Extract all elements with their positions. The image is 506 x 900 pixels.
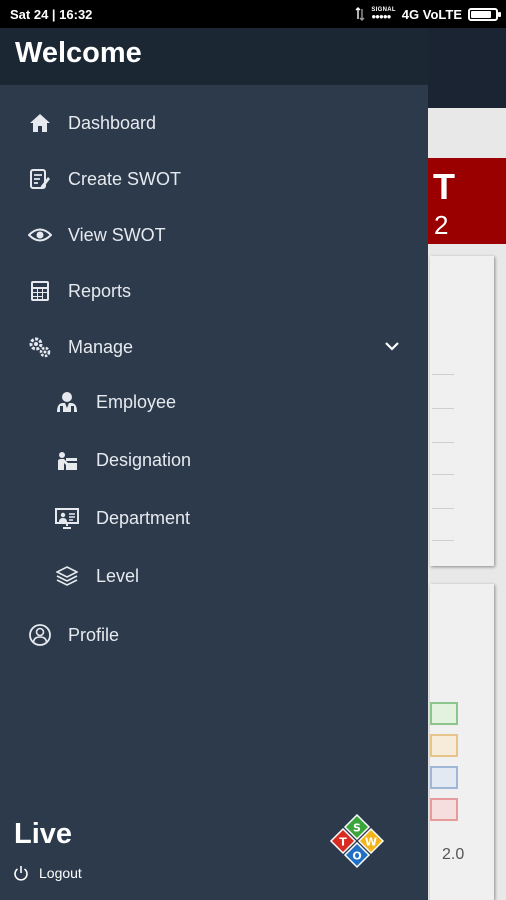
submenu-item-level[interactable]: Level xyxy=(0,555,428,597)
status-indicators: SIGNAL ●●●●● 4G VoLTE xyxy=(355,6,501,22)
drawer-footer: Live Logout S W O T xyxy=(0,810,428,900)
menu-item-create-swot[interactable]: Create SWOT xyxy=(0,158,428,200)
drawer-header: Welcome xyxy=(0,28,428,85)
menu-item-label: Dashboard xyxy=(68,112,157,133)
status-live-label: Live xyxy=(14,818,73,850)
battery-level xyxy=(471,10,491,18)
swot-logo-icon: S W O T xyxy=(329,814,385,869)
status-bar: Sat 24 | 16:32 SIGNAL ●●●●● 4G VoLTE xyxy=(0,0,506,28)
menu-item-dashboard[interactable]: Dashboard xyxy=(0,102,428,144)
logo-letter: S xyxy=(353,822,361,835)
submenu-item-designation[interactable]: Designation xyxy=(0,439,428,481)
submenu-item-label: Designation xyxy=(96,449,192,470)
navigation-drawer: Welcome Dashboard Create SWOT View SWOT xyxy=(0,28,428,900)
menu-item-label: Create SWOT xyxy=(68,168,182,189)
network-type: 4G VoLTE xyxy=(401,6,462,22)
menu-item-manage[interactable]: Manage xyxy=(0,326,428,368)
submenu-item-department[interactable]: Department xyxy=(0,497,428,539)
logout-label: Logout xyxy=(39,865,82,881)
status-time: Sat 24 | 16:32 xyxy=(10,6,93,22)
menu-item-label: Profile xyxy=(68,624,120,645)
logo-letter: O xyxy=(352,850,361,863)
users-icon xyxy=(55,390,79,414)
home-icon xyxy=(28,111,52,135)
edit-document-icon xyxy=(28,167,52,191)
logo-letter: W xyxy=(365,836,377,849)
data-transfer-icon xyxy=(355,7,365,21)
menu-item-profile[interactable]: Profile xyxy=(0,614,428,656)
background-card xyxy=(430,256,494,566)
background-red-banner: T 2 xyxy=(428,158,506,244)
background-banner-letter: T xyxy=(433,166,455,207)
submenu-item-label: Department xyxy=(96,507,191,528)
eye-icon xyxy=(28,223,52,247)
logout-button[interactable]: Logout xyxy=(13,865,82,881)
menu-item-label: View SWOT xyxy=(68,224,166,245)
menu-item-label: Manage xyxy=(68,336,134,357)
logo-letter: T xyxy=(339,836,347,849)
background-banner-number: 2 xyxy=(434,210,449,240)
gears-icon xyxy=(28,335,52,359)
layers-icon xyxy=(55,564,79,588)
signal-icon: SIGNAL ●●●●● xyxy=(371,7,396,21)
submenu-item-label: Level xyxy=(96,565,140,586)
submenu-item-label: Employee xyxy=(96,391,177,412)
user-circle-icon xyxy=(28,623,52,647)
submenu-item-employee[interactable]: Employee xyxy=(0,381,428,423)
power-icon xyxy=(13,865,29,881)
menu-item-view-swot[interactable]: View SWOT xyxy=(0,214,428,256)
menu-item-reports[interactable]: Reports xyxy=(0,270,428,312)
menu-item-label: Reports xyxy=(68,280,132,301)
background-axis-value: 2.0 xyxy=(442,846,465,863)
calculator-icon xyxy=(28,279,52,303)
background-screen: T 2 2.0 xyxy=(428,28,506,900)
chevron-down-icon[interactable] xyxy=(383,337,401,355)
background-toolbar xyxy=(428,28,506,108)
battery-icon xyxy=(468,7,501,21)
drawer-title: Welcome xyxy=(15,37,142,69)
worker-desk-icon xyxy=(55,448,79,472)
presentation-board-icon xyxy=(55,506,79,530)
